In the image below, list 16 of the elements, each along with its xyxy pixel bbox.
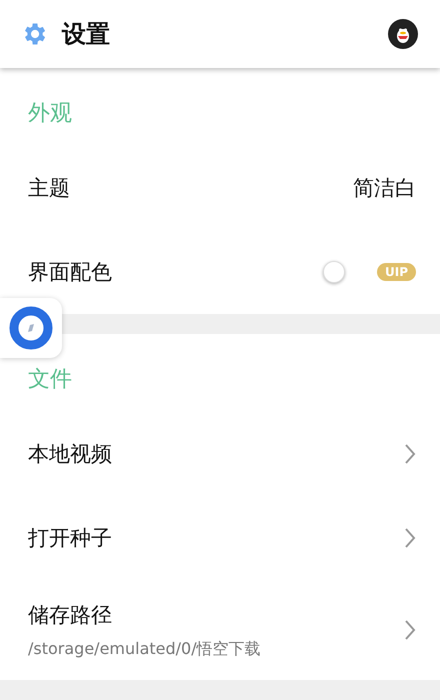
setting-label: 界面配色 (28, 259, 113, 286)
setting-label: 储存路径 (28, 602, 113, 628)
setting-value[interactable]: 简洁白 (353, 174, 416, 202)
chevron-right-icon (404, 527, 416, 549)
vip-badge: UIP (376, 263, 416, 281)
setting-label: 本地视频 (28, 441, 113, 468)
floating-compass-button[interactable] (0, 298, 62, 358)
chevron-right-icon (404, 619, 416, 641)
chevron-right-icon (404, 443, 416, 465)
setting-label: 主题 (28, 175, 71, 202)
path-text: /storage/emulated/0/悟空下载 (28, 638, 262, 660)
section-heading: 外观 (27, 100, 73, 128)
penguin-avatar-icon[interactable] (388, 19, 418, 49)
setting-label: 打开种子 (28, 525, 113, 552)
page-title: 设置 (62, 19, 111, 50)
section-heading: 文件 (27, 366, 73, 394)
